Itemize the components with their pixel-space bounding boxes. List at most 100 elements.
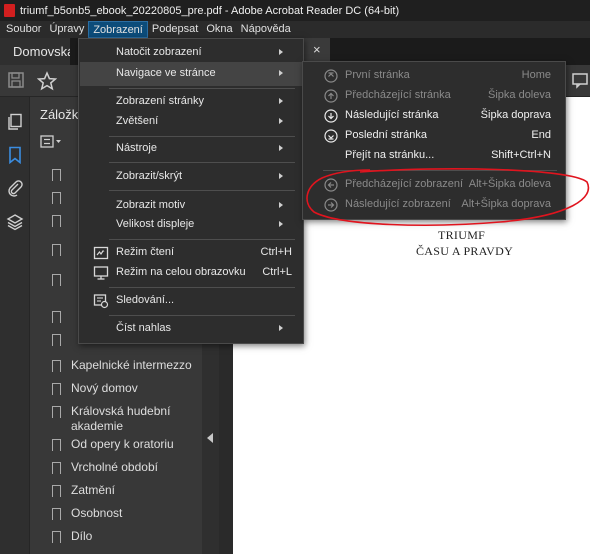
nav-first-page[interactable]: První stránka Home [304,66,564,86]
bookmark-label: Zatmění [71,483,116,497]
menu-item-label: Natočit zobrazení [116,46,202,58]
view-menu-fullscreen[interactable]: Režim na celou obrazovku Ctrl+L [80,261,302,285]
menu-item-label: Předcházející stránka [345,89,451,101]
page-text-line2: ČASU A PRAVDY [416,244,514,258]
view-menu: Natočit zobrazení Navigace ve stránce Zo… [78,38,304,344]
reading-mode-icon [93,245,109,261]
bookmark-item[interactable]: Zatmění [52,483,202,500]
menu-item-shortcut: Shift+Ctrl+N [491,149,551,161]
bookmark-options-icon[interactable] [40,135,64,149]
view-menu-tools[interactable]: Nástroje [80,137,302,161]
menu-item-shortcut: Alt+Šipka doleva [468,178,551,190]
bookmark-label: Od opery k oratoriu [71,437,174,451]
star-icon[interactable] [36,71,58,91]
view-menu-tracking[interactable]: Sledování... [80,289,302,313]
menu-item-label: Navigace ve stránce [116,67,216,79]
view-menu-zoom[interactable]: Zvětšení [80,110,302,134]
menu-separator [109,287,295,288]
menu-item-shortcut: Ctrl+L [262,266,292,278]
bookmarks-header: Záložk [40,107,79,122]
first-page-icon [324,69,338,83]
last-page-icon [324,129,338,143]
bookmark-item[interactable]: Od opery k oratoriu [52,437,202,454]
acrobat-pdf-icon [4,4,15,17]
tracking-icon [93,293,109,309]
layers-icon[interactable] [6,213,24,231]
nav-go-to-page[interactable]: Přejít na stránku... Shift+Ctrl+N [304,146,564,166]
bookmark-icon [52,215,61,230]
menu-item-shortcut: Ctrl+H [260,246,292,258]
bookmark-item[interactable]: Kapelnické intermezzo [52,358,202,375]
bookmark-icon [52,462,61,477]
nav-next-page[interactable]: Následující stránka Šipka doprava [304,106,564,126]
menu-item-label: Zobrazit/skrýt [116,170,183,182]
view-menu-page-navigation[interactable]: Navigace ve stránce [80,62,302,86]
next-view-icon [324,198,338,212]
menu-item-label: Poslední stránka [345,129,427,141]
bookmark-icon [52,244,61,259]
menu-separator [109,162,295,163]
pages-icon[interactable] [6,113,24,131]
bookmark-icon [52,439,61,454]
tab-close-button[interactable]: × [313,42,321,57]
nav-previous-view[interactable]: Předcházející zobrazení Alt+Šipka doleva [304,175,564,195]
view-menu-display-size[interactable]: Velikost displeje [80,213,302,237]
left-rail [0,97,30,554]
bookmark-item[interactable]: Vrcholné období [52,460,202,477]
bookmark-icon [52,334,61,349]
menu-item-label: Předcházející zobrazení [345,178,464,190]
menu-item-shortcut: Home [521,69,551,81]
bookmark-item[interactable]: Dílo [52,529,202,546]
fullscreen-icon [93,265,109,281]
nav-previous-page[interactable]: Předcházející stránka Šipka doleva [304,86,564,106]
submenu-arrow-icon [279,221,283,227]
bookmark-label: Osobnost [71,506,123,520]
tab-home[interactable]: Domovská s [0,38,70,65]
submenu-arrow-icon [279,173,283,179]
bookmark-icon[interactable] [6,146,24,165]
menu-napoveda[interactable]: Nápověda [237,21,295,38]
menu-separator [323,170,557,171]
comment-icon[interactable] [570,71,590,91]
submenu-arrow-icon [279,325,283,331]
submenu-arrow-icon [279,49,283,55]
submenu-arrow-icon [279,98,283,104]
menu-item-label: Nástroje [116,142,157,154]
menu-item-label: Zobrazit motiv [116,199,186,211]
attachment-icon[interactable] [6,179,24,197]
bookmark-icon [52,508,61,523]
menu-okna[interactable]: Okna [202,21,236,38]
bookmark-icon [52,406,61,421]
submenu-arrow-icon [279,202,283,208]
menu-separator [109,88,295,89]
menu-bar: Soubor Úpravy Zobrazení Podepsat Okna Ná… [0,21,590,38]
chevron-left-icon [207,433,213,443]
nav-next-view[interactable]: Následující zobrazení Alt+Šipka doprava [304,195,564,215]
nav-last-page[interactable]: Poslední stránka End [304,126,564,146]
menu-podepsat[interactable]: Podepsat [148,21,202,38]
menu-item-label: Číst nahlas [116,322,172,334]
window-title: triumf_b5onb5_ebook_20220805_pre.pdf - A… [20,4,400,17]
bookmark-icon [52,274,61,289]
menu-item-label: Velikost displeje [116,218,195,230]
save-icon[interactable] [6,71,26,91]
submenu-arrow-icon [279,70,283,76]
submenu-arrow-icon [279,145,283,151]
menu-item-label: Režim čtení [116,246,175,258]
bookmark-label: Nový domov [71,381,138,395]
view-menu-show-hide[interactable]: Zobrazit/skrýt [80,165,302,189]
menu-soubor[interactable]: Soubor [2,21,45,38]
submenu-arrow-icon [279,118,283,124]
menu-item-shortcut: Šipka doprava [480,109,551,121]
bookmark-item[interactable]: Osobnost [52,506,202,523]
view-menu-read-aloud[interactable]: Číst nahlas [80,317,302,341]
bookmark-item[interactable]: Královská hudební akademie [52,404,202,434]
menu-upravy[interactable]: Úpravy [45,21,88,38]
page-navigation-submenu: První stránka Home Předcházející stránka… [302,61,566,220]
menu-separator [109,315,295,316]
menu-zobrazeni[interactable]: Zobrazení [88,21,148,38]
menu-item-label: Zvětšení [116,115,159,127]
menu-separator [109,190,295,191]
bookmark-icon [52,192,61,207]
bookmark-item[interactable]: Nový domov [52,381,202,398]
